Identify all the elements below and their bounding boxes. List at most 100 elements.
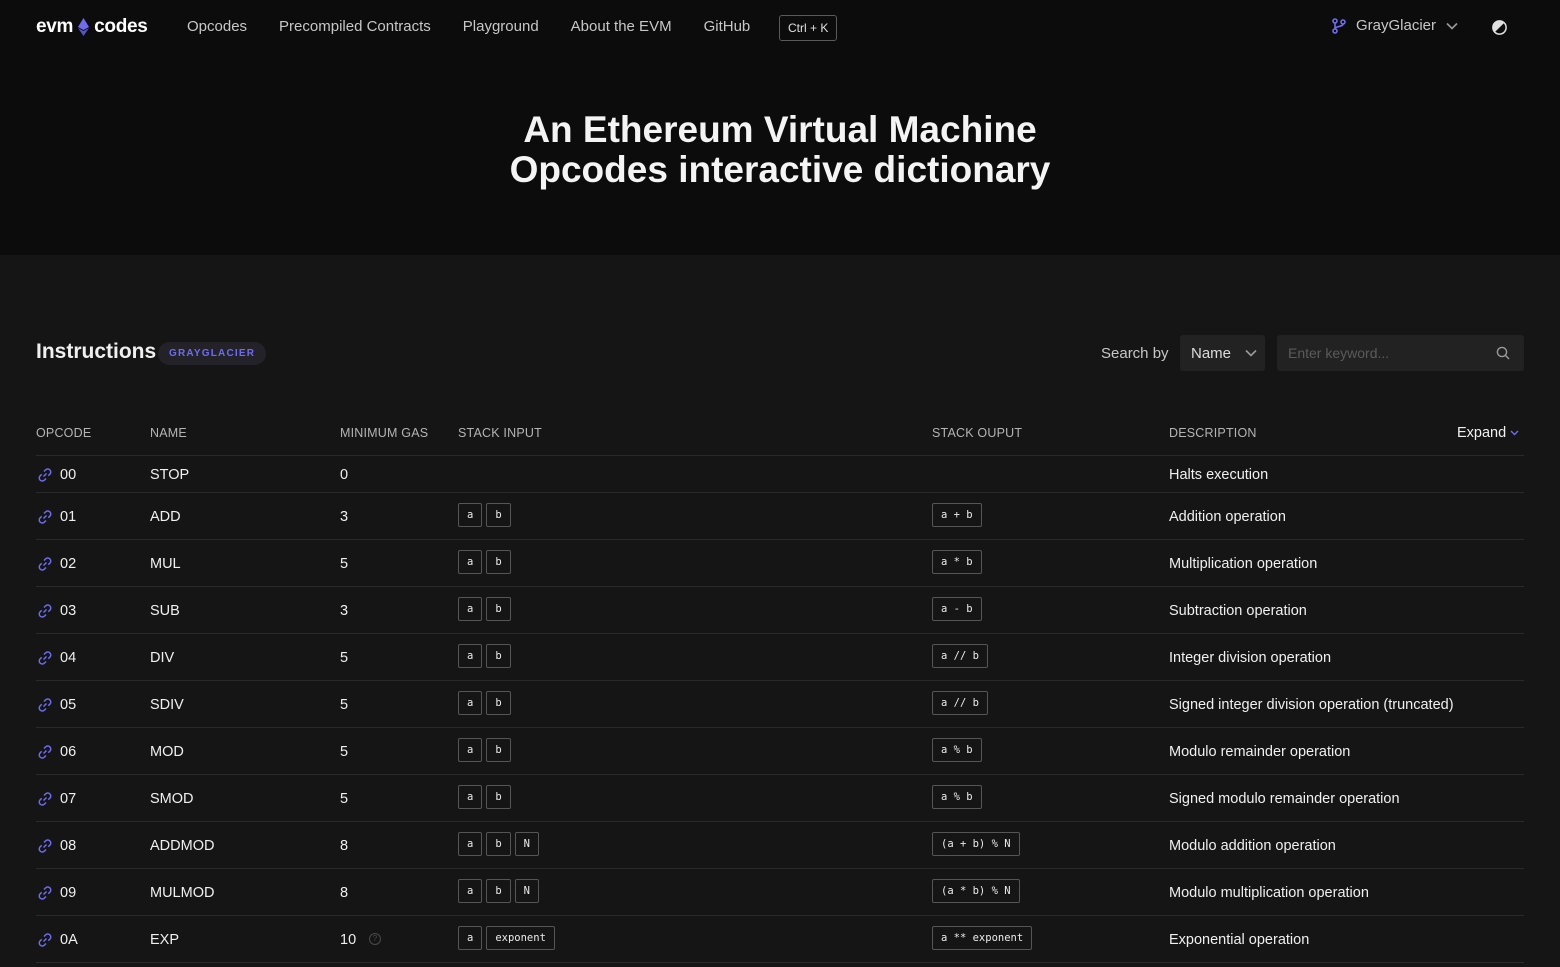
opcode-cell: 00 xyxy=(60,467,77,483)
description-cell: Subtraction operation xyxy=(1169,603,1307,619)
search-icon[interactable] xyxy=(1496,346,1510,360)
command-palette-shortcut[interactable]: Ctrl + K xyxy=(779,15,838,41)
name-cell: ADDMOD xyxy=(150,838,215,854)
header-stack-output: STACK OUPUT xyxy=(932,426,1023,440)
ethereum-icon xyxy=(78,18,90,36)
header-name: NAME xyxy=(150,426,187,440)
stack-item: b xyxy=(486,832,511,856)
header-minimum-gas: MINIMUM GAS xyxy=(340,426,429,440)
stack-input-cell: abN xyxy=(458,832,543,856)
description-cell: Modulo remainder operation xyxy=(1169,744,1351,760)
chevron-down-icon xyxy=(1245,349,1257,357)
stack-item: a // b xyxy=(932,644,988,668)
gas-cell: 5 xyxy=(340,744,349,760)
expand-button[interactable]: Expand xyxy=(1457,425,1519,441)
stack-item: a xyxy=(458,832,483,856)
stack-input-cell: ab xyxy=(458,503,515,527)
stack-item: a xyxy=(458,691,483,715)
stack-output-cell: a ** exponent xyxy=(932,926,1036,950)
nav-link-about-evm[interactable]: About the EVM xyxy=(571,18,672,36)
table-row[interactable]: 04 DIV 5 a b a // b Integer division operation xyxy=(36,634,1524,681)
link-icon[interactable] xyxy=(37,838,53,854)
gas-cell: 0 xyxy=(340,467,349,483)
table-row[interactable]: 03 SUB 3 a b a - b Subtraction operation xyxy=(36,587,1524,634)
description-cell: Signed integer division operation (trunc… xyxy=(1169,697,1454,713)
chevron-down-icon xyxy=(1510,430,1519,436)
stack-output-cell: a * b xyxy=(932,550,986,574)
gas-cell: 5 xyxy=(340,791,349,807)
opcode-cell: 02 xyxy=(60,556,77,572)
name-cell: MUL xyxy=(150,556,181,572)
gas-cell: 5 xyxy=(340,556,349,572)
theme-toggle-icon[interactable] xyxy=(1491,19,1508,36)
table-row[interactable]: 09 MULMOD 8 a b N (a * b) % N Modulo multiplica… xyxy=(36,869,1524,916)
name-cell: SDIV xyxy=(150,697,184,713)
stack-input-cell: ab xyxy=(458,785,515,809)
nav-link-opcodes[interactable]: Opcodes xyxy=(187,18,247,36)
opcode-cell: 07 xyxy=(60,791,77,807)
stack-item: b xyxy=(486,785,511,809)
link-icon[interactable] xyxy=(37,791,53,807)
name-cell: MOD xyxy=(150,744,184,760)
stack-item: a xyxy=(458,926,483,950)
stack-item: a xyxy=(458,738,483,762)
hero-title: An Ethereum Virtual Machine Opcodes inte… xyxy=(0,110,1560,190)
table-row[interactable]: 02 MUL 5 a b a * b Multiplication operation xyxy=(36,540,1524,587)
link-icon[interactable] xyxy=(37,744,53,760)
hero-title-line-1: An Ethereum Virtual Machine xyxy=(523,109,1037,150)
stack-input-cell: a exponent xyxy=(458,926,559,950)
search-by-label: Search by xyxy=(1101,345,1169,362)
hero-title-line-2: Opcodes interactive dictionary xyxy=(509,149,1051,190)
stack-item: b xyxy=(486,550,511,574)
gas-cell: 5 xyxy=(340,697,349,713)
stack-item: N xyxy=(514,879,539,903)
search-input[interactable] xyxy=(1277,335,1524,371)
stack-item: a xyxy=(458,503,483,527)
expand-label: Expand xyxy=(1457,425,1507,441)
table-row[interactable]: 07 SMOD 5 a b a % b Signed modulo remainder op… xyxy=(36,775,1524,822)
table-row[interactable]: 0A EXP 10? a exponent a ** exponent Exponentia… xyxy=(36,916,1524,963)
name-cell: MULMOD xyxy=(150,885,215,901)
table-header: OPCODE NAME MINIMUM GAS STACK INPUT STAC… xyxy=(36,420,1524,456)
gas-cell: 10 xyxy=(340,932,357,948)
search-by-select[interactable]: Name xyxy=(1180,335,1265,371)
link-icon[interactable] xyxy=(37,556,53,572)
gas-cell: 8 xyxy=(340,885,349,901)
table-row[interactable]: 06 MOD 5 a b a % b Modulo remainder operation xyxy=(36,728,1524,775)
logo[interactable]: evm codes xyxy=(36,15,148,39)
fork-selector-label: GrayGlacier xyxy=(1356,17,1437,34)
link-icon[interactable] xyxy=(37,603,53,619)
description-cell: Integer division operation xyxy=(1169,650,1332,666)
name-cell: DIV xyxy=(150,650,175,666)
gas-help[interactable]: ? xyxy=(362,931,381,949)
stack-input-cell: ab xyxy=(458,738,515,762)
link-icon[interactable] xyxy=(37,467,53,483)
help-icon[interactable]: ? xyxy=(369,933,381,946)
git-branch-icon xyxy=(1332,17,1346,34)
stack-item: a // b xyxy=(932,691,988,715)
header-stack-input: STACK INPUT xyxy=(458,426,542,440)
stack-output-cell: (a * b) % N xyxy=(932,879,1024,903)
link-icon[interactable] xyxy=(37,509,53,525)
stack-output-cell: a // b xyxy=(932,691,992,715)
stack-item: a % b xyxy=(932,738,982,762)
stack-output-cell: a + b xyxy=(932,503,986,527)
link-icon[interactable] xyxy=(37,885,53,901)
table-row[interactable]: 08 ADDMOD 8 a b N (a + b) % N Modulo addition o… xyxy=(36,822,1524,869)
description-cell: Signed modulo remainder operation xyxy=(1169,791,1400,807)
link-icon[interactable] xyxy=(37,932,53,948)
stack-item: b xyxy=(486,644,511,668)
nav-link-github[interactable]: GitHub xyxy=(704,18,751,36)
nav-link-precompiled-contracts[interactable]: Precompiled Contracts xyxy=(279,18,431,36)
search-by-value: Name xyxy=(1191,344,1232,362)
fork-selector[interactable]: GrayGlacier xyxy=(1332,17,1458,34)
nav-link-playground[interactable]: Playground xyxy=(463,18,539,36)
description-cell: Modulo multiplication operation xyxy=(1169,885,1369,901)
link-icon[interactable] xyxy=(37,650,53,666)
table-row[interactable]: 00 STOP 0 Halts execution xyxy=(36,456,1524,493)
table-row[interactable]: 05 SDIV 5 a b a // b Signed integer division o… xyxy=(36,681,1524,728)
link-icon[interactable] xyxy=(37,697,53,713)
stack-item: b xyxy=(486,597,511,621)
table-row[interactable]: 01 ADD 3 a b a + b Addition operation xyxy=(36,493,1524,540)
stack-item: a + b xyxy=(932,503,982,527)
